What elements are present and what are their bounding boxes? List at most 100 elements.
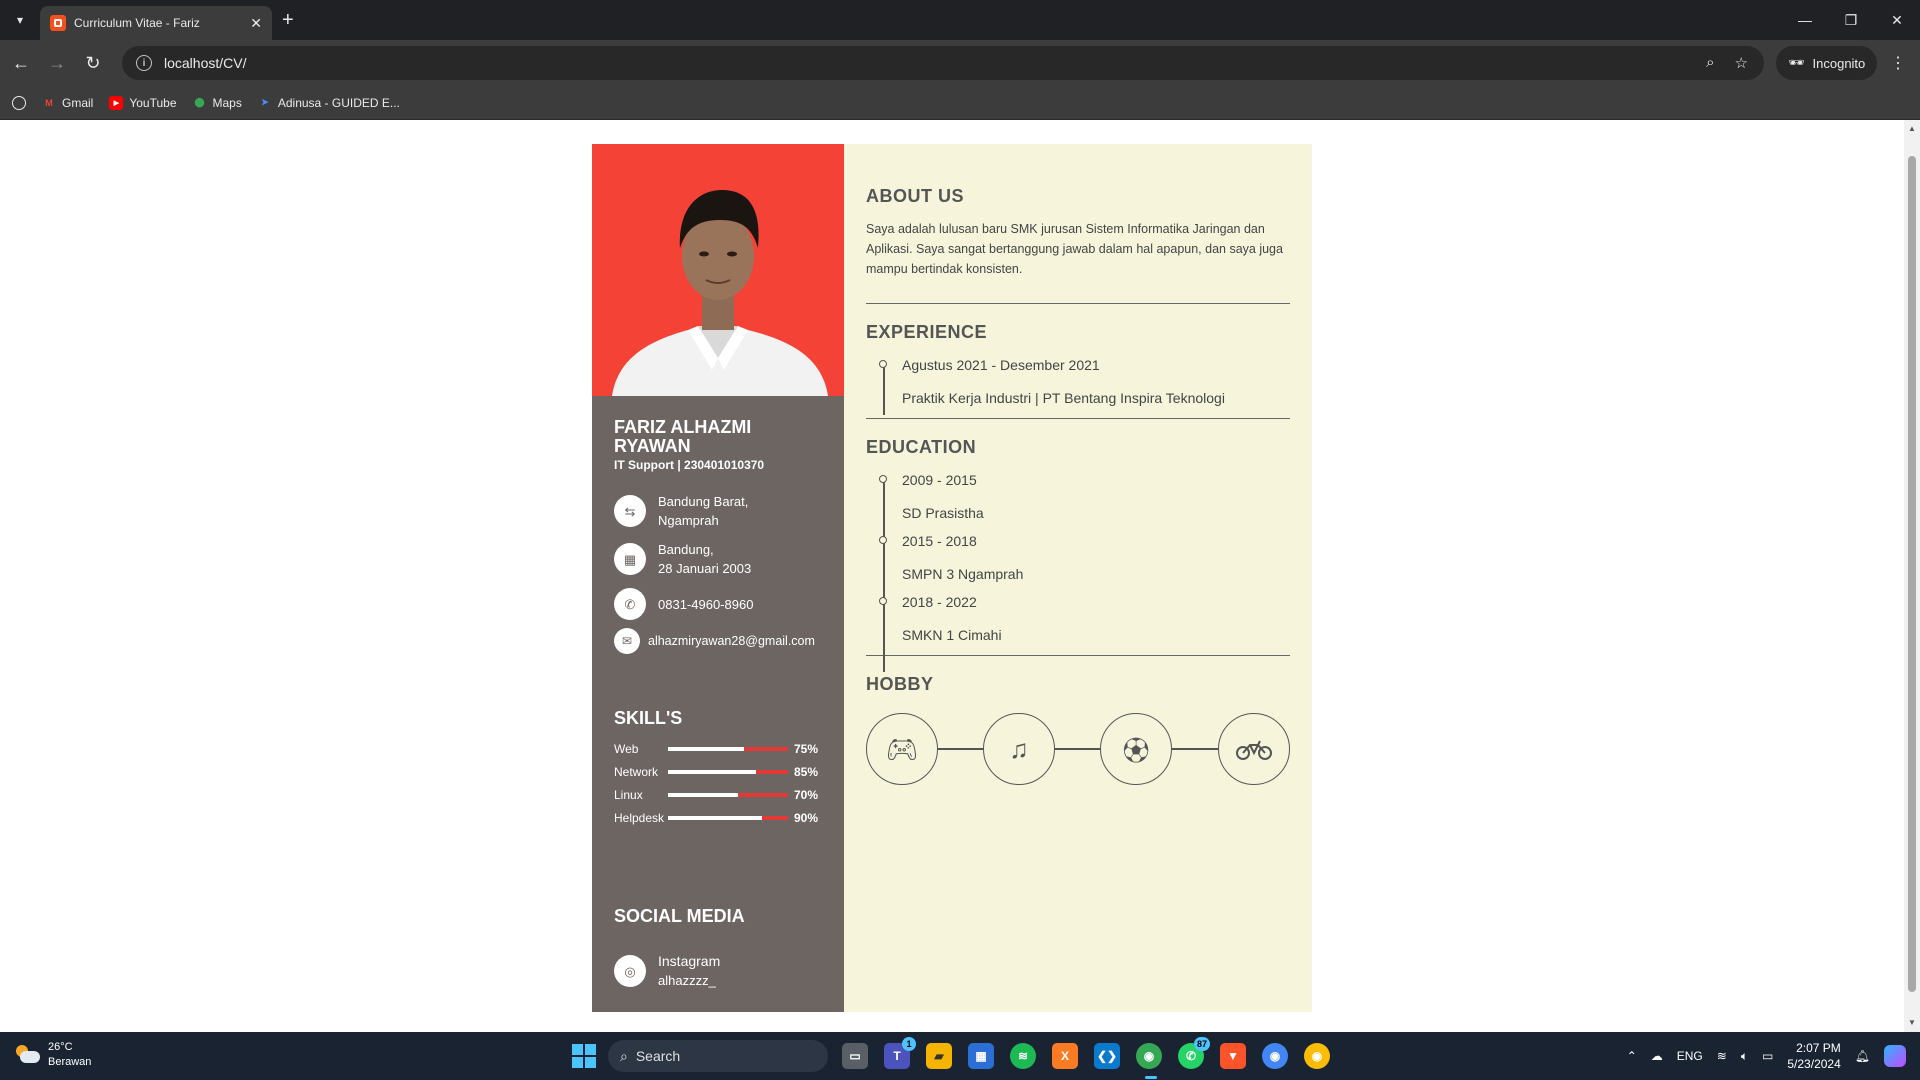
weather-widget[interactable]: 26°C Berawan (14, 1040, 91, 1070)
education-item: 2018 - 2022 SMKN 1 Cimahi (879, 594, 1290, 643)
phone-icon: ✆ (614, 588, 646, 620)
birth-line: 28 Januari 2003 (658, 561, 752, 576)
chrome-incognito-icon[interactable]: ◉ (1304, 1043, 1330, 1069)
tab-close-icon[interactable]: ✕ (250, 15, 262, 32)
volume-icon[interactable]: 🔈︎ (1741, 1049, 1748, 1064)
browser-menu-icon[interactable]: ⋮ (1890, 53, 1906, 73)
skill-percent: 75% (794, 742, 819, 756)
incognito-label: Incognito (1812, 55, 1866, 71)
wifi-icon[interactable]: ≋ (1717, 1049, 1727, 1063)
file-explorer-icon[interactable]: ▰ (926, 1043, 952, 1069)
education-item: 2009 - 2015 SD Prasistha (879, 472, 1290, 521)
bookmark-star-icon[interactable]: ☆ (1735, 54, 1748, 72)
skill-percent: 70% (794, 788, 819, 802)
experience-date: Agustus 2021 - Desember 2021 (902, 357, 1100, 373)
incognito-indicator[interactable]: 🕶 Incognito (1776, 46, 1878, 80)
skill-bar-accent (761, 816, 788, 820)
profile-name: FARIZ ALHAZMI RYAWAN (614, 417, 752, 456)
tab-search-chevron-icon[interactable]: ▾ (8, 8, 32, 32)
skill-bar-accent (755, 770, 788, 774)
battery-icon[interactable]: ▭ (1762, 1049, 1773, 1063)
back-arrow-icon[interactable]: ← (8, 50, 34, 76)
bookmark-adinusa[interactable]: ➤ Adinusa - GUIDED E... (258, 96, 400, 110)
bookmark-label: Gmail (62, 95, 94, 110)
notification-bell-icon[interactable]: 🔔︎ (1855, 1049, 1870, 1063)
skill-bar-accent (737, 793, 788, 797)
timeline-dot (879, 475, 887, 483)
address-line: Ngamprah (658, 513, 719, 528)
contact-address: ⇆ Bandung Barat, Ngamprah (614, 492, 748, 530)
new-tab-button[interactable]: + (282, 8, 294, 32)
xampp-favicon-icon (50, 15, 66, 31)
education-school: SD Prasistha (902, 505, 984, 521)
reload-icon[interactable]: ↻ (80, 50, 106, 76)
onedrive-cloud-icon[interactable]: ☁ (1651, 1049, 1663, 1063)
minimize-icon[interactable]: — (1782, 0, 1828, 40)
xampp-icon[interactable]: X (1052, 1043, 1078, 1069)
whatsapp-icon[interactable]: ✆ 87 (1178, 1037, 1210, 1069)
teams-icon[interactable]: T1 (884, 1037, 916, 1069)
skill-row: Helpdesk 90% (614, 811, 818, 825)
contact-phone: ✆ 0831-4960-8960 (614, 588, 753, 620)
copilot-icon[interactable] (1884, 1045, 1906, 1067)
search-placeholder: Search (635, 1048, 681, 1064)
education-title: EDUCATION (866, 437, 977, 457)
zoom-icon[interactable]: ⌕ (1706, 54, 1714, 72)
bookmark-gmail[interactable]: M Gmail (42, 96, 93, 110)
restore-icon[interactable]: ❐ (1828, 0, 1874, 40)
weather-temperature: 26°C (48, 1041, 73, 1053)
experience-desc: Praktik Kerja Industri | PT Bentang Insp… (902, 390, 1225, 406)
browser-tab[interactable]: Curriculum Vitae - Fariz ✕ (40, 6, 272, 40)
incognito-icon: 🕶 (1788, 55, 1805, 70)
profile-photo (592, 144, 844, 396)
bookmark-maps[interactable]: ⬤ Maps (193, 95, 242, 110)
language-indicator[interactable]: ENG (1677, 1049, 1703, 1063)
timeline-line (883, 480, 885, 672)
bookmark-label: Maps (212, 95, 242, 110)
skill-row: Web 75% (614, 742, 818, 756)
skill-bar (668, 816, 788, 820)
chrome-profile-icon[interactable]: ◉ (1262, 1043, 1288, 1069)
scroll-up-icon[interactable]: ▲ (1908, 124, 1916, 133)
browser-toolbar: ← → ↻ i localhost/CV/ ⌕ ☆ 🕶 Incognito ⋮ (0, 40, 1920, 86)
close-window-icon[interactable]: ✕ (1874, 0, 1920, 40)
education-school: SMKN 1 Cimahi (902, 627, 1002, 643)
skill-name: Network (614, 765, 659, 779)
gmail-icon: M (45, 97, 53, 108)
experience-timeline: Agustus 2021 - Desember 2021 Praktik Ker… (866, 357, 1290, 415)
birth-line: Bandung, (658, 542, 714, 557)
email-address: alhazmiryawan28@gmail.com (648, 633, 815, 648)
scroll-down-icon[interactable]: ▼ (1908, 1018, 1916, 1027)
task-view-icon[interactable]: ▭ (842, 1043, 868, 1069)
skill-bar (668, 747, 788, 751)
chrome-icon[interactable]: ◉ (1136, 1043, 1162, 1069)
vscode-icon[interactable]: ❮❯ (1094, 1043, 1120, 1069)
experience-title: EXPERIENCE (866, 322, 988, 342)
notification-badge: 1 (902, 1037, 916, 1051)
apps-globe-icon[interactable] (12, 95, 26, 110)
system-tray: ⌃ ☁ ENG ≋ 🔈︎ ▭ 2:07 PM 5/23/2024 🔔︎ (1627, 1032, 1920, 1080)
scrollbar-thumb[interactable] (1908, 156, 1916, 992)
forward-arrow-icon[interactable]: → (44, 50, 70, 76)
brave-icon[interactable]: ▼ (1220, 1043, 1246, 1069)
page-scrollbar[interactable]: ▲ ▼ (1904, 120, 1920, 1032)
url-text: localhost/CV/ (164, 55, 247, 71)
timeline-dot (879, 536, 887, 544)
system-clock[interactable]: 2:07 PM 5/23/2024 (1787, 1040, 1840, 1072)
bookmark-youtube[interactable]: ▶ YouTube (109, 95, 177, 110)
address-bar[interactable]: i localhost/CV/ ⌕ ☆ (122, 46, 1764, 80)
section-divider (866, 303, 1290, 304)
microsoft-store-icon[interactable]: ▦ (968, 1043, 994, 1069)
education-date: 2018 - 2022 (902, 594, 977, 610)
taskbar-search[interactable]: ⌕ Search (608, 1040, 828, 1072)
site-info-icon[interactable]: i (136, 55, 152, 71)
notification-badge: 87 (1193, 1037, 1210, 1051)
spotify-icon[interactable]: ≋ (1010, 1043, 1036, 1069)
windows-start-icon[interactable] (572, 1044, 596, 1068)
education-school: SMPN 3 Ngamprah (902, 566, 1024, 582)
profile-role: IT Support | 230401010370 (614, 458, 765, 472)
social-instagram[interactable]: ◎ Instagram alhazzzz_ (614, 952, 720, 990)
instagram-icon: ◎ (614, 955, 646, 987)
show-hidden-icons-chevron-icon[interactable]: ⌃ (1627, 1049, 1637, 1063)
skill-row: Linux 70% (614, 788, 818, 802)
